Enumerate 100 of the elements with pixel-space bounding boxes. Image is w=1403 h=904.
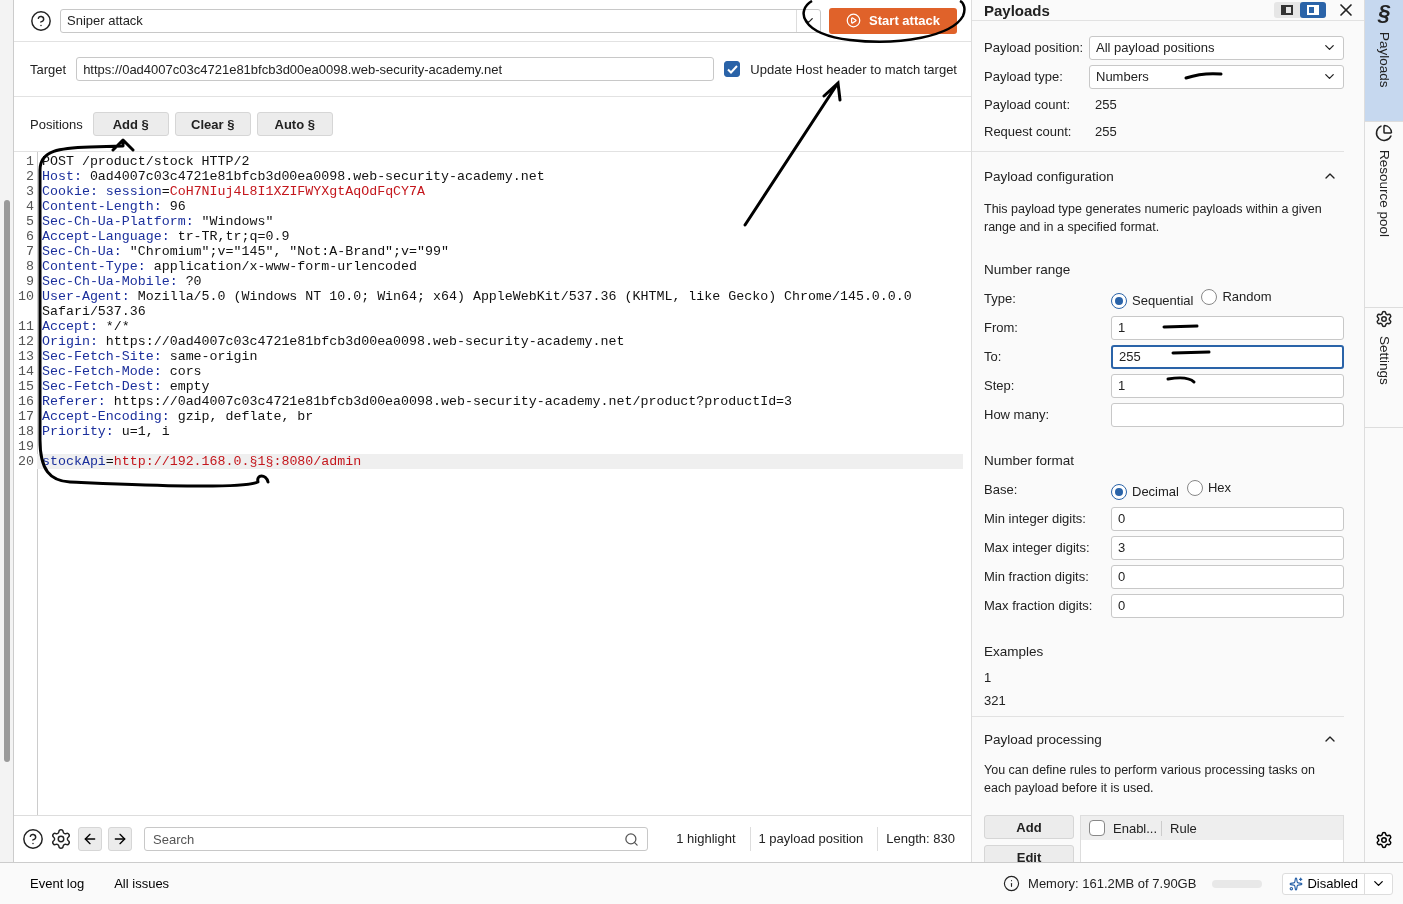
arrow-left-icon xyxy=(82,831,98,847)
payload-select[interactable]: Numbers xyxy=(1089,64,1344,89)
input-field[interactable]: 1 xyxy=(1111,315,1344,340)
input-field[interactable] xyxy=(1111,402,1344,427)
code-line: 9 Sec-Ch-Ua-Mobile: ?0 xyxy=(14,274,963,289)
side-tab[interactable]: § Payloads xyxy=(1365,0,1403,122)
side-tab[interactable]: Settings xyxy=(1365,308,1403,428)
radio-button[interactable] xyxy=(1201,288,1218,305)
positions-label: Positions xyxy=(30,116,83,132)
code-line: 5 Sec-Ch-Ua-Platform: "Windows" xyxy=(14,214,963,229)
payload-select[interactable]: All payload positions xyxy=(1089,35,1344,60)
input-field[interactable]: 1 xyxy=(1111,373,1344,398)
target-field[interactable]: https://0ad4007c03c4721e81bfcb3d00ea0098.web-security-academy.net xyxy=(76,57,715,81)
section-title: Payload processing xyxy=(984,731,1102,747)
input-field[interactable]: 0 xyxy=(1111,593,1344,618)
option-label: Random xyxy=(1222,289,1272,304)
ink-underline xyxy=(1171,350,1211,355)
field-value: 255 xyxy=(1094,124,1118,139)
radio-button[interactable] xyxy=(1111,483,1127,500)
option-label: Sequential xyxy=(1132,293,1194,308)
status-text: 1 payload position xyxy=(749,827,872,851)
arrow-right-icon xyxy=(112,831,128,847)
search-field[interactable]: Search xyxy=(144,827,649,851)
checkbox[interactable] xyxy=(1089,820,1105,836)
example-value: 321 xyxy=(984,692,1007,710)
code-line: 6 Accept-Language: tr-TR,tr;q=0.9 xyxy=(14,229,963,244)
status-tab[interactable]: All issues xyxy=(114,876,170,891)
panel-title: Payloads xyxy=(984,1,1050,19)
code-line: 8 Content-Type: application/x-www-form-urlencoded xyxy=(14,259,963,274)
code-line: 3 Cookie: session=CoH7NIuj4L8I1XZIFWYXgtAqOdFqCY7A xyxy=(14,184,963,199)
option-label: Decimal xyxy=(1132,484,1179,499)
subsection-title: Number format xyxy=(984,451,1076,470)
checkbox-label: Update Host header to match target xyxy=(750,61,957,77)
scroll-bar[interactable] xyxy=(0,0,14,862)
checkbox[interactable] xyxy=(724,61,741,77)
field-label: Min fraction digits: xyxy=(984,569,1090,584)
code-line: 13 Sec-Fetch-Site: same-origin xyxy=(14,349,963,364)
radio-button[interactable] xyxy=(1111,292,1127,309)
memory-text: Memory: 161.2MB of 7.90GB xyxy=(1028,876,1197,891)
description-text: This payload type generates numeric payloads within a given range and in a specified format. xyxy=(984,201,1323,236)
target-label: Target xyxy=(30,61,67,77)
ink-underline xyxy=(1184,72,1223,80)
input-field[interactable]: 255 xyxy=(1111,344,1344,369)
field-label: From: xyxy=(984,320,1019,335)
side-tab[interactable]: Resource pool xyxy=(1365,122,1403,308)
column-header[interactable]: Enabl... xyxy=(1113,820,1163,836)
code-line: 4 Content-Length: 96 xyxy=(14,199,963,214)
field-label: Request count: xyxy=(984,124,1073,139)
subsection-title: Examples xyxy=(984,642,1045,661)
code-line: 11 Accept: */* xyxy=(14,319,963,334)
status-text: 1 highlight xyxy=(675,830,737,848)
code-line: 17 Accept-Encoding: gzip, deflate, br xyxy=(14,409,963,424)
code-line: 12 Origin: https://0ad4007c03c4721e81bfcb3d00ea0098.web-security-academy.net xyxy=(14,334,963,349)
example-value: 1 xyxy=(984,669,993,687)
help-icon[interactable] xyxy=(30,9,52,32)
field-label: Payload type: xyxy=(984,69,1064,84)
settings-icon xyxy=(1375,831,1393,849)
field-label: How many: xyxy=(984,407,1051,422)
description-text: You can define rules to perform various processing tasks on each payload before it is used. xyxy=(984,762,1316,797)
rule-button[interactable]: Edit xyxy=(984,845,1074,862)
field-label: Payload count: xyxy=(984,97,1071,112)
field-label: Step: xyxy=(984,378,1016,393)
field-label: Base: xyxy=(984,482,1019,497)
column-header[interactable]: Rule xyxy=(1170,820,1201,836)
code-line: 7 Sec-Ch-Ua: "Chromium";v="145", "Not:A-Brand";v="99" xyxy=(14,244,963,259)
ink-underline xyxy=(1162,324,1199,329)
start-attack-button[interactable]: Start attack xyxy=(829,7,957,34)
input-field[interactable]: 0 xyxy=(1111,506,1344,531)
position-button[interactable]: Auto § xyxy=(256,112,333,136)
search-icon xyxy=(624,831,640,847)
position-button[interactable]: Clear § xyxy=(174,112,251,136)
input-field[interactable]: 0 xyxy=(1111,564,1344,589)
field-label: Type: xyxy=(984,291,1017,306)
field-label: To: xyxy=(984,349,1003,364)
attack-type-select[interactable]: Sniper attack xyxy=(60,8,821,33)
field-value: 255 xyxy=(1094,97,1118,112)
back-button[interactable] xyxy=(78,827,102,851)
layout-toggle[interactable] xyxy=(1300,2,1326,18)
forward-button[interactable] xyxy=(108,827,132,851)
subsection-title: Number range xyxy=(984,260,1072,279)
settings-icon xyxy=(1375,310,1393,328)
code-line: 19 xyxy=(14,439,963,454)
rule-button[interactable]: Add xyxy=(984,815,1074,839)
code-line: 14 Sec-Fetch-Mode: cors xyxy=(14,364,963,379)
help-icon[interactable] xyxy=(22,828,44,850)
status-tab[interactable]: Event log xyxy=(30,876,85,891)
pie-chart-icon xyxy=(1375,124,1393,142)
field-label: Max fraction digits: xyxy=(984,598,1094,613)
settings-icon[interactable] xyxy=(50,828,72,850)
code-line: 2 Host: 0ad4007c03c4721e81bfcb3d00ea0098.web-security-academy.net xyxy=(14,169,963,184)
position-button[interactable]: Add § xyxy=(92,112,169,136)
status-text: Length: 830 xyxy=(877,827,963,851)
info-icon xyxy=(1003,875,1021,892)
section-title: Payload configuration xyxy=(984,168,1114,184)
radio-button[interactable] xyxy=(1186,479,1203,496)
field-label: Min integer digits: xyxy=(984,511,1087,526)
ink-underline xyxy=(1166,376,1196,384)
input-field[interactable]: 3 xyxy=(1111,535,1344,560)
code-line: 16 Referer: https://0ad4007c03c4721e81bfcb3d00ea0098.web-security-academy.net/product?productId=3 xyxy=(14,394,963,409)
sparkles-icon xyxy=(1289,876,1304,891)
